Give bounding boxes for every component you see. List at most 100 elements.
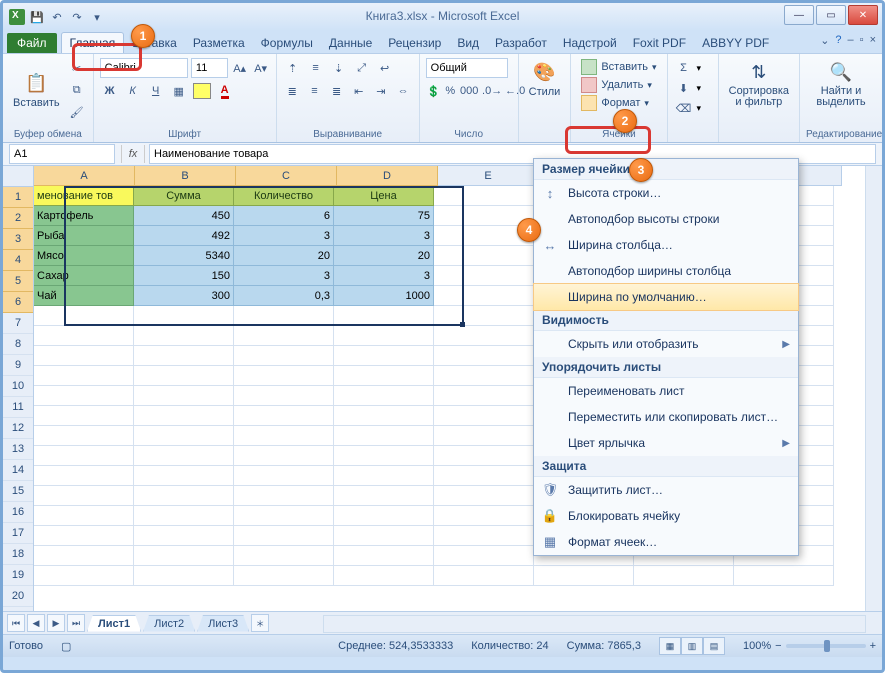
- doc-restore-icon[interactable]: ▫: [860, 34, 864, 47]
- cell[interactable]: Чай: [34, 286, 134, 306]
- row-header[interactable]: 12: [3, 418, 33, 439]
- cell[interactable]: [334, 306, 434, 326]
- row-header[interactable]: 11: [3, 397, 33, 418]
- row-header[interactable]: 13: [3, 439, 33, 460]
- help-icon[interactable]: ?: [835, 34, 841, 47]
- cell[interactable]: [134, 386, 234, 406]
- cell[interactable]: [434, 406, 534, 426]
- cell[interactable]: Сумма: [134, 186, 234, 206]
- tab-developer[interactable]: Разработ: [487, 33, 555, 53]
- underline-button[interactable]: Ч: [146, 81, 166, 101]
- cell[interactable]: [434, 426, 534, 446]
- minimize-button[interactable]: —: [784, 5, 814, 25]
- cell[interactable]: [234, 386, 334, 406]
- cell[interactable]: [34, 346, 134, 366]
- cell[interactable]: [434, 246, 534, 266]
- menu-autofit-column-width[interactable]: Автоподбор ширины столбца: [534, 258, 798, 284]
- row-header[interactable]: 16: [3, 502, 33, 523]
- align-bottom-icon[interactable]: ⇣: [329, 58, 349, 78]
- paste-button[interactable]: 📋 Вставить: [9, 69, 64, 111]
- column-header[interactable]: D: [337, 166, 438, 186]
- cell[interactable]: [34, 306, 134, 326]
- cell[interactable]: Рыба: [34, 226, 134, 246]
- row-header[interactable]: 5: [3, 271, 33, 292]
- cell[interactable]: [234, 306, 334, 326]
- cell[interactable]: Цена: [334, 186, 434, 206]
- sheet-nav-last[interactable]: ⏭: [67, 614, 85, 632]
- sheet-nav-first[interactable]: ⏮: [7, 614, 25, 632]
- cell[interactable]: [34, 326, 134, 346]
- vertical-scrollbar[interactable]: [865, 166, 882, 611]
- close-button[interactable]: ✕: [848, 5, 878, 25]
- cell[interactable]: 3: [334, 266, 434, 286]
- row-header[interactable]: 18: [3, 544, 33, 565]
- cell[interactable]: 450: [134, 206, 234, 226]
- shrink-font-icon[interactable]: A▾: [252, 58, 270, 78]
- cell[interactable]: [434, 206, 534, 226]
- cell[interactable]: [134, 566, 234, 586]
- cell[interactable]: [434, 286, 534, 306]
- row-header[interactable]: 1: [3, 187, 33, 208]
- cell[interactable]: [134, 306, 234, 326]
- row-header[interactable]: 14: [3, 460, 33, 481]
- increase-decimal-icon[interactable]: .0→: [482, 81, 502, 101]
- cell[interactable]: [334, 346, 434, 366]
- cell[interactable]: [234, 326, 334, 346]
- menu-tab-color[interactable]: Цвет ярлычка▶: [534, 430, 798, 456]
- view-normal-button[interactable]: ▦: [659, 637, 681, 655]
- menu-lock-cell[interactable]: 🔒Блокировать ячейку: [534, 503, 798, 529]
- zoom-level[interactable]: 100%: [743, 640, 771, 652]
- cell[interactable]: [234, 426, 334, 446]
- bold-button[interactable]: Ж: [100, 81, 120, 101]
- cell[interactable]: [434, 526, 534, 546]
- cell[interactable]: [534, 566, 634, 586]
- cell[interactable]: [334, 386, 434, 406]
- cell[interactable]: [134, 406, 234, 426]
- fill-color-icon[interactable]: [192, 81, 212, 101]
- cell[interactable]: Сахар: [34, 266, 134, 286]
- row-header[interactable]: 2: [3, 208, 33, 229]
- menu-rename-sheet[interactable]: Переименовать лист: [534, 378, 798, 404]
- new-sheet-button[interactable]: ＊: [251, 614, 269, 632]
- cell[interactable]: [434, 266, 534, 286]
- row-header[interactable]: 10: [3, 376, 33, 397]
- cell[interactable]: 300: [134, 286, 234, 306]
- cell[interactable]: [434, 226, 534, 246]
- cell[interactable]: [434, 486, 534, 506]
- minimize-ribbon-icon[interactable]: ⌄: [820, 34, 829, 47]
- cell[interactable]: [434, 546, 534, 566]
- cell[interactable]: 0,3: [234, 286, 334, 306]
- cell[interactable]: [334, 566, 434, 586]
- tab-page-layout[interactable]: Разметка: [185, 33, 253, 53]
- align-center-icon[interactable]: ≡: [305, 81, 324, 101]
- cell[interactable]: [434, 566, 534, 586]
- view-page-break-button[interactable]: ▤: [703, 637, 725, 655]
- row-header[interactable]: 9: [3, 355, 33, 376]
- column-header[interactable]: A: [34, 166, 135, 186]
- sheet-tab-2[interactable]: Лист2: [143, 615, 195, 632]
- name-box[interactable]: A1: [9, 144, 115, 164]
- cell[interactable]: [34, 546, 134, 566]
- tab-data[interactable]: Данные: [321, 33, 380, 53]
- cell[interactable]: [134, 486, 234, 506]
- cell[interactable]: [134, 466, 234, 486]
- row-header[interactable]: 8: [3, 334, 33, 355]
- sheet-nav-prev[interactable]: ◀: [27, 614, 45, 632]
- fx-icon[interactable]: fx: [121, 145, 145, 163]
- orientation-icon[interactable]: ⤢: [352, 58, 372, 78]
- grow-font-icon[interactable]: A▴: [231, 58, 249, 78]
- cell[interactable]: [234, 446, 334, 466]
- cell[interactable]: [334, 326, 434, 346]
- format-cells-button[interactable]: Формат▾: [577, 94, 660, 112]
- cell[interactable]: [434, 506, 534, 526]
- cell[interactable]: менование тов: [34, 186, 134, 206]
- cell[interactable]: [234, 566, 334, 586]
- copy-icon[interactable]: ⧉: [67, 80, 87, 100]
- cell[interactable]: [134, 446, 234, 466]
- status-record-macro-icon[interactable]: ▢: [61, 640, 71, 653]
- sheet-tab-1[interactable]: Лист1: [87, 615, 141, 632]
- sort-filter-button[interactable]: ⇅ Сортировка и фильтр: [725, 58, 793, 110]
- align-middle-icon[interactable]: ≡: [306, 58, 326, 78]
- cell[interactable]: [334, 546, 434, 566]
- column-header[interactable]: E: [438, 166, 539, 186]
